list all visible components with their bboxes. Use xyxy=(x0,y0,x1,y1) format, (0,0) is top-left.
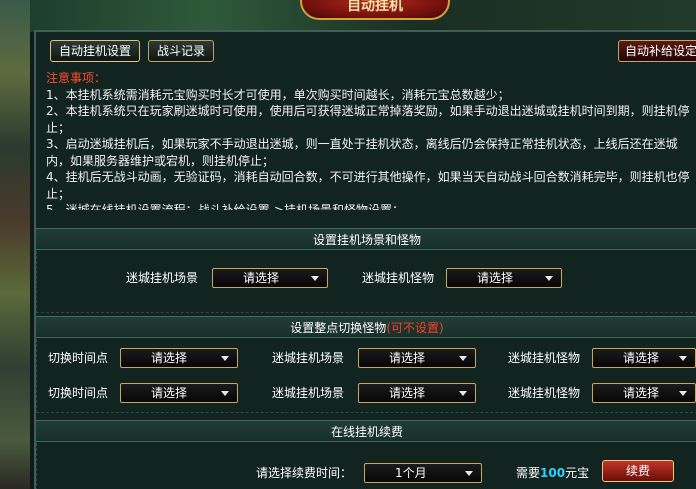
renew-cost-suffix: 元宝 xyxy=(565,466,590,480)
renew-cost-prefix: 需要 xyxy=(516,466,541,480)
scene-select[interactable]: 请选择 xyxy=(212,268,328,288)
renew-duration-label: 请选择续费时间： xyxy=(256,466,353,480)
auto-hangup-panel: 自动挂机设置 战斗记录 自动补给设定 注意事项： 1、本挂机系统需消耗元宝购买时… xyxy=(34,30,696,489)
chevron-down-icon xyxy=(459,356,467,361)
chevron-down-icon xyxy=(459,391,467,396)
switch-monster-select-1[interactable]: 请选择 xyxy=(592,348,696,368)
switch-time-value-1: 请选择 xyxy=(151,351,188,365)
notice-item-5: 5、迷城在线挂机设置流程：战斗补给设置->挂机场景和怪物设置； xyxy=(46,203,405,210)
auto-supply-settings-button[interactable]: 自动补给设定 xyxy=(618,40,696,62)
switch-scene-select-1[interactable]: 请选择 xyxy=(358,348,476,368)
section-renew-title: 在线挂机续费 xyxy=(330,425,403,439)
switch-scene-value-2: 请选择 xyxy=(389,386,426,400)
game-background-left xyxy=(0,0,30,489)
scene-select-value: 请选择 xyxy=(243,271,280,285)
switch-monster-label-2: 迷城挂机怪物 xyxy=(508,386,581,400)
switch-scene-label-2: 迷城挂机场景 xyxy=(272,386,345,400)
switch-time-select-1[interactable]: 请选择 xyxy=(120,348,238,368)
renew-cost-text: 需要100元宝 xyxy=(516,464,589,481)
switch-monster-value-1: 请选择 xyxy=(623,351,660,365)
tab-auto-hangup-settings[interactable]: 自动挂机设置 xyxy=(50,40,141,62)
scene-label: 迷城挂机场景 xyxy=(126,271,199,285)
switch-scene-value-1: 请选择 xyxy=(389,351,426,365)
chevron-down-icon xyxy=(221,356,229,361)
renew-duration-value: 1个月 xyxy=(395,466,427,480)
section-scene-monster-title: 设置挂机场景和怪物 xyxy=(312,233,421,247)
switch-scene-select-2[interactable]: 请选择 xyxy=(358,383,476,403)
section-hourly-switch-note: (可不设置) xyxy=(386,321,444,335)
renew-cost-amount: 100 xyxy=(540,466,566,480)
switch-monster-label-1: 迷城挂机怪物 xyxy=(508,351,581,365)
section-hourly-switch-header: 设置整点切换怪物(可不设置) xyxy=(36,316,696,338)
section-hourly-switch-title: 设置整点切换怪物 xyxy=(290,321,387,335)
notice-item-1: 1、本挂机系统需消耗元宝购买时长才可使用，单次购买时间越长，消耗元宝总数越少； xyxy=(46,87,510,102)
monster-label: 迷城挂机怪物 xyxy=(362,271,435,285)
notice-text: 注意事项： 1、本挂机系统需消耗元宝购买时长才可使用，单次购买时间越长，消耗元宝… xyxy=(46,70,696,210)
chevron-down-icon xyxy=(311,276,319,281)
switch-time-value-2: 请选择 xyxy=(151,386,188,400)
switch-monster-value-2: 请选择 xyxy=(623,386,660,400)
chevron-down-icon xyxy=(221,391,229,396)
chevron-down-icon xyxy=(545,276,553,281)
section-renew-header: 在线挂机续费 xyxy=(36,420,696,442)
chevron-down-icon xyxy=(679,391,687,396)
notice-item-4: 4、挂机后无战斗动画，无验证码，消耗自动回合数，不可进行其他操作，如果当天自动战… xyxy=(46,170,690,201)
renew-duration-select[interactable]: 1个月 xyxy=(364,463,482,483)
notice-item-2: 2、本挂机系统只在玩家刷迷城时可使用，使用后可获得迷城正常掉落奖励，如果手动退出… xyxy=(46,104,690,135)
switch-monster-select-2[interactable]: 请选择 xyxy=(592,383,696,403)
monster-select-value: 请选择 xyxy=(477,271,514,285)
renew-button[interactable]: 续费 xyxy=(602,460,674,482)
monster-select[interactable]: 请选择 xyxy=(446,268,562,288)
window-title: 自动挂机 xyxy=(300,0,450,20)
notice-item-3: 3、启动迷城挂机后，如果玩家不手动退出迷城，则一直处于挂机状态，离线后仍会保持正… xyxy=(46,137,678,168)
chevron-down-icon xyxy=(465,471,473,476)
switch-time-label-1: 切换时间点 xyxy=(48,351,109,365)
chevron-down-icon xyxy=(679,356,687,361)
section-scene-monster-header: 设置挂机场景和怪物 xyxy=(36,228,696,250)
tab-battle-log[interactable]: 战斗记录 xyxy=(148,40,215,62)
switch-scene-label-1: 迷城挂机场景 xyxy=(272,351,345,365)
switch-time-select-2[interactable]: 请选择 xyxy=(120,383,238,403)
notice-heading: 注意事项： xyxy=(46,71,107,85)
switch-time-label-2: 切换时间点 xyxy=(48,386,109,400)
